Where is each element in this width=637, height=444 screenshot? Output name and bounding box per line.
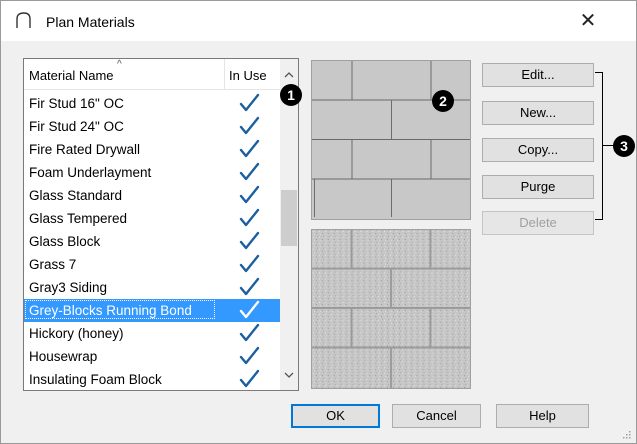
checkmark-icon [239, 93, 260, 112]
list-item[interactable]: Foam Underlayment [24, 161, 280, 184]
checkmark-icon [239, 300, 260, 319]
copy-button[interactable]: Copy... [482, 138, 594, 162]
dialog-title: Plan Materials [46, 14, 135, 30]
list-item[interactable]: Insulating Foam Block [24, 368, 280, 390]
list-item[interactable]: Gray3 Siding [24, 276, 280, 299]
arch-icon [16, 12, 31, 28]
callout-1: 1 [280, 84, 302, 106]
title-bar: Plan Materials ✕ [1, 1, 636, 41]
list-item[interactable]: Fire Rated Drywall [24, 138, 280, 161]
checkmark-icon [239, 185, 260, 204]
close-icon[interactable]: ✕ [575, 9, 601, 33]
delete-button[interactable]: Delete [482, 211, 594, 235]
purge-button[interactable]: Purge [482, 175, 594, 199]
material-name: Insulating Foam Block [29, 372, 162, 387]
material-name: Fir Stud 24" OC [29, 119, 124, 134]
checkmark-icon [239, 346, 260, 365]
column-header-material-name[interactable]: Material Name [29, 68, 114, 83]
materials-list[interactable]: Material Name ^ In Use Fir Stud 16" OC Fi… [23, 58, 299, 391]
list-item[interactable]: Grey-Blocks Running Bond [24, 299, 280, 322]
button-group-bracket [595, 72, 603, 220]
column-header-in-use[interactable]: In Use [229, 68, 267, 83]
material-name: Grey-Blocks Running Bond [29, 303, 192, 318]
material-name: Grass 7 [29, 257, 77, 272]
callout-2: 2 [432, 90, 454, 112]
material-name: Fir Stud 16" OC [29, 96, 124, 111]
ok-button[interactable]: OK [291, 404, 380, 428]
material-name: Foam Underlayment [29, 165, 152, 180]
material-name: Gray3 Siding [29, 280, 108, 295]
list-item[interactable]: Grass 7 [24, 253, 280, 276]
list-item[interactable]: Housewrap [24, 345, 280, 368]
checkmark-icon [239, 231, 260, 250]
checkmark-icon [239, 162, 260, 181]
material-name: Glass Block [29, 234, 101, 249]
scroll-down-arrow-icon[interactable] [280, 367, 298, 385]
help-button[interactable]: Help [496, 404, 589, 428]
checkmark-icon [239, 208, 260, 227]
list-item[interactable]: Fir Stud 16" OC [24, 92, 280, 115]
material-name: Glass Standard [29, 188, 123, 203]
plan-materials-dialog: Plan Materials ✕ Material Name ^ In Use … [0, 0, 637, 444]
cancel-button[interactable]: Cancel [392, 404, 481, 428]
sort-ascending-icon: ^ [117, 59, 122, 70]
checkmark-icon [239, 254, 260, 273]
list-item[interactable]: Glass Block [24, 230, 280, 253]
material-name: Glass Tempered [29, 211, 128, 226]
material-render-preview [311, 229, 471, 389]
list-header: Material Name ^ In Use [24, 59, 280, 90]
checkmark-icon [239, 277, 260, 296]
callout-3: 3 [613, 135, 635, 157]
vertical-scrollbar[interactable] [280, 59, 298, 390]
list-item[interactable]: Fir Stud 24" OC [24, 115, 280, 138]
checkmark-icon [239, 116, 260, 135]
list-item[interactable]: Glass Standard [24, 184, 280, 207]
material-name: Housewrap [29, 349, 98, 364]
material-name: Fire Rated Drywall [29, 142, 141, 157]
checkmark-icon [239, 369, 260, 388]
edit-button[interactable]: Edit... [482, 63, 594, 87]
material-name: Hickory (honey) [29, 326, 124, 341]
new-button[interactable]: New... [482, 101, 594, 125]
checkmark-icon [239, 139, 260, 158]
list-item[interactable]: Glass Tempered [24, 207, 280, 230]
material-texture-preview [311, 60, 471, 220]
scrollbar-thumb[interactable] [281, 190, 297, 246]
column-divider[interactable] [224, 59, 225, 89]
scroll-up-arrow-icon[interactable] [280, 66, 298, 84]
resize-grip-icon[interactable] [621, 429, 631, 439]
checkmark-icon [239, 323, 260, 342]
list-item[interactable]: Hickory (honey) [24, 322, 280, 345]
